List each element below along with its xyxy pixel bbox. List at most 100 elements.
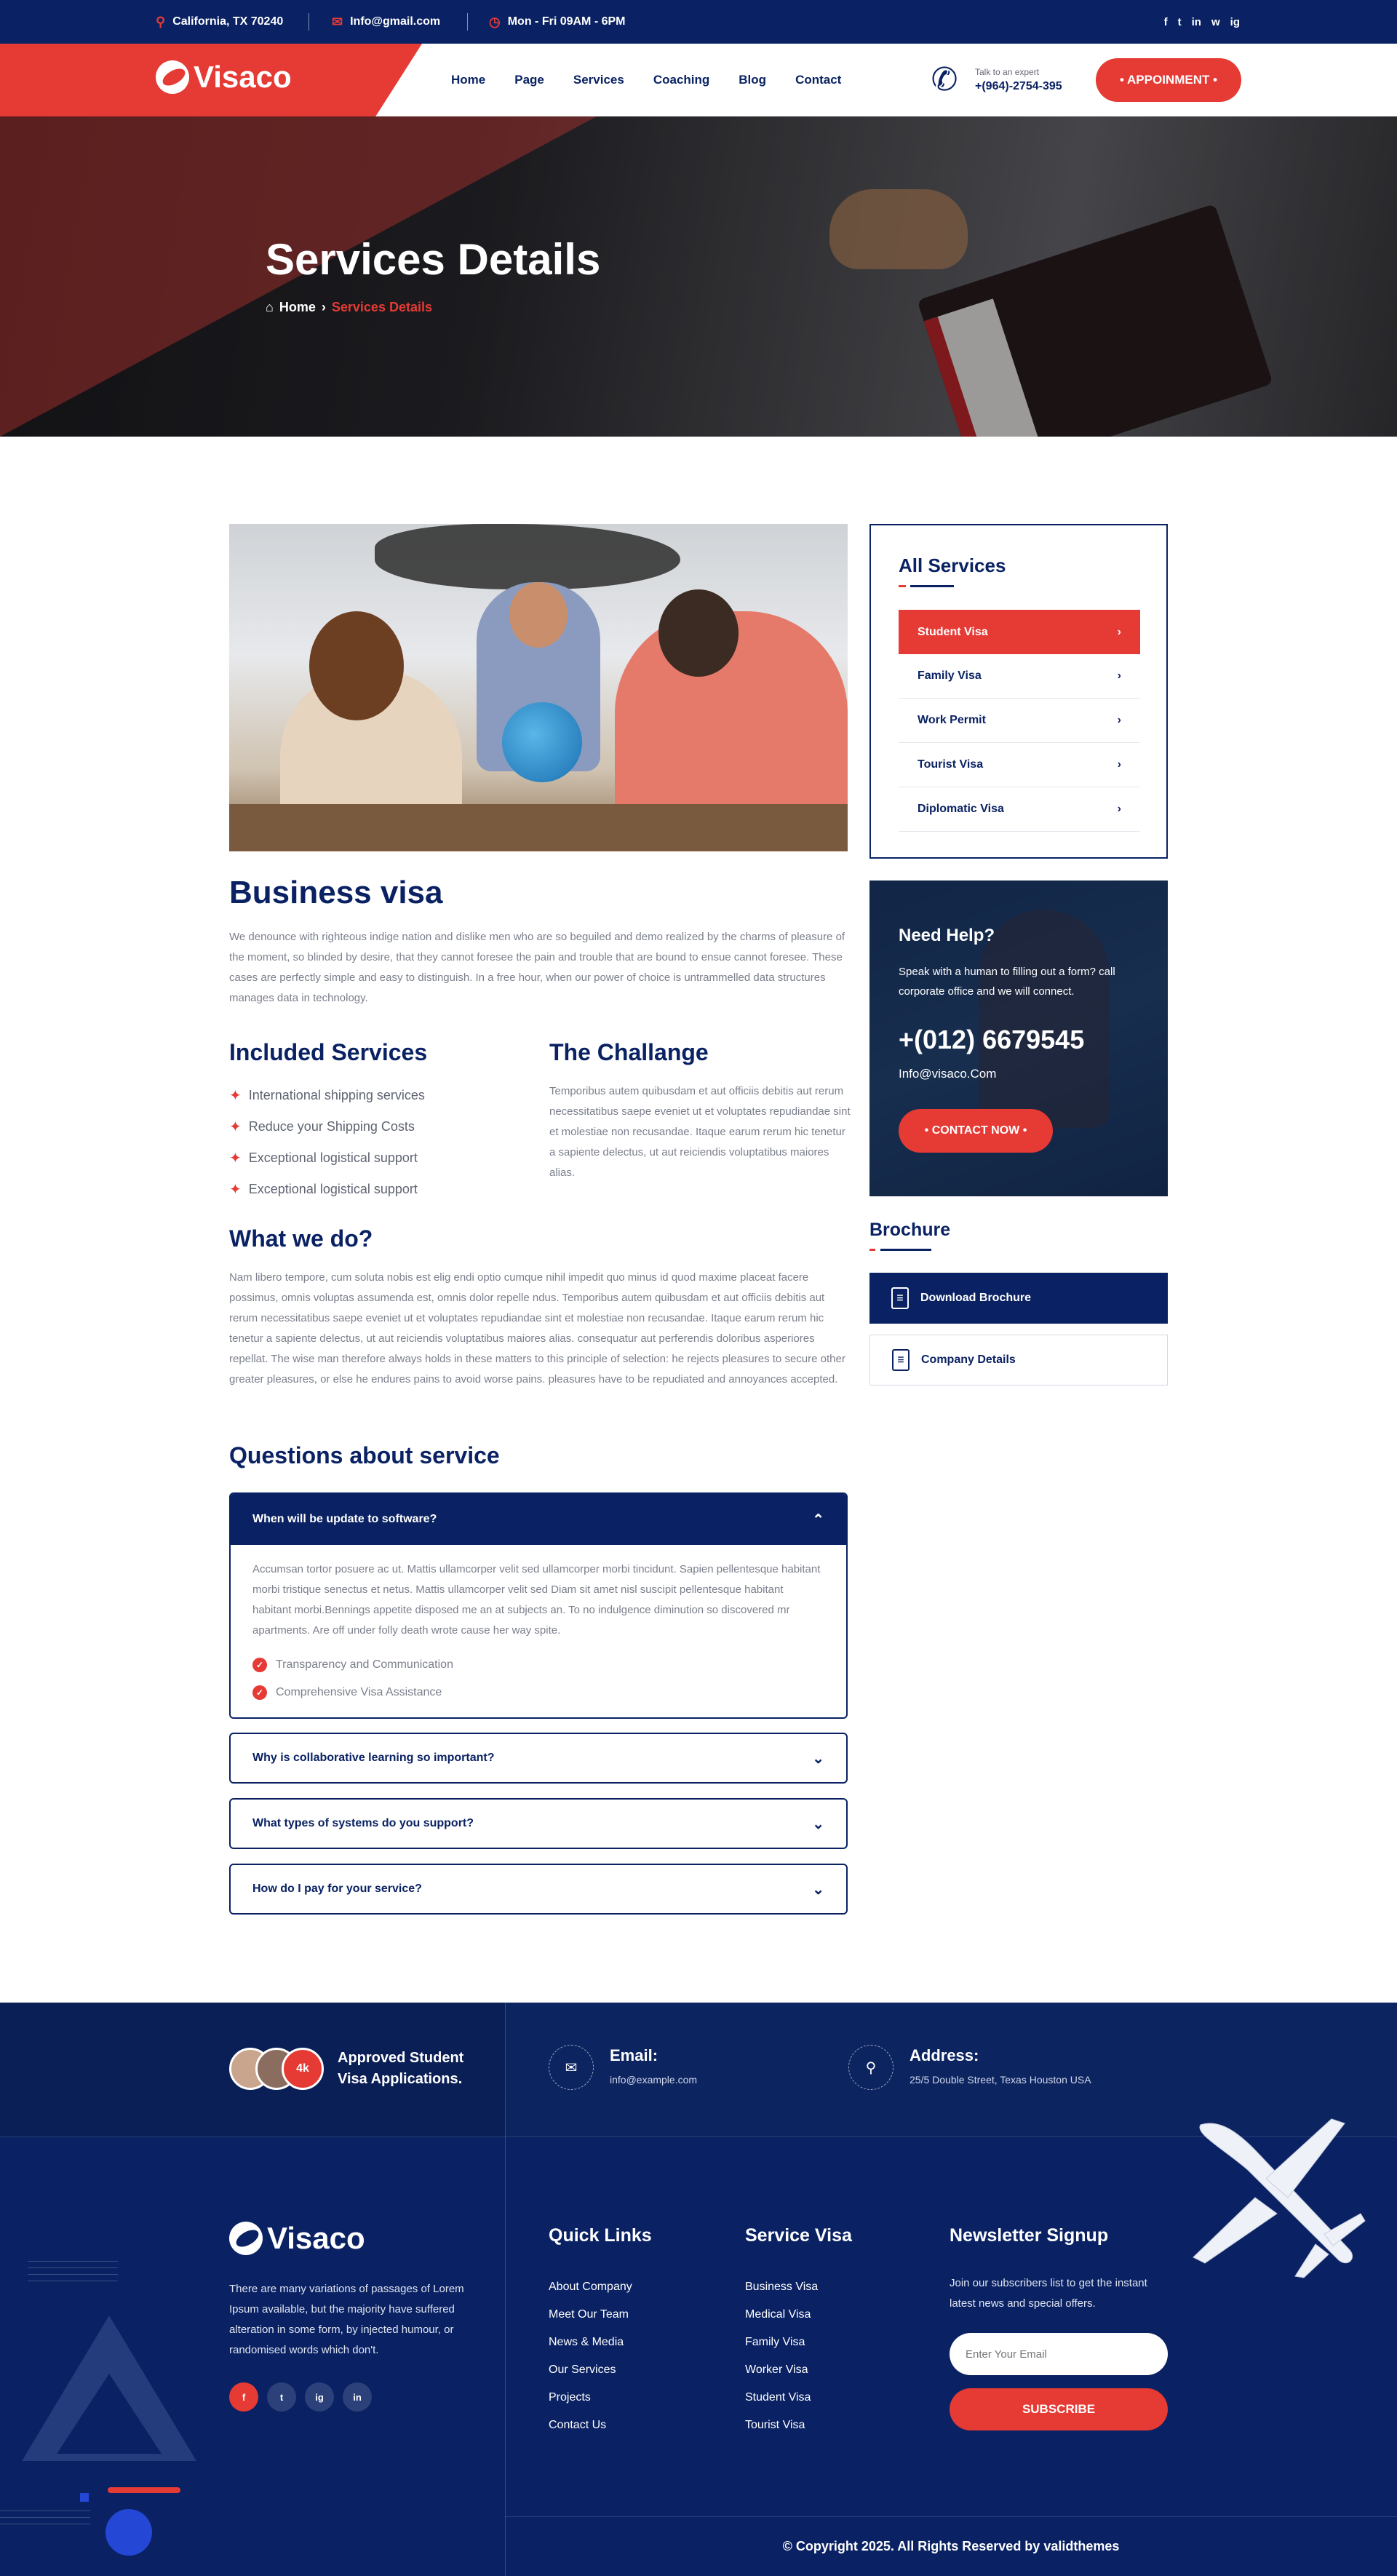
blue-square-decor bbox=[80, 2493, 89, 2502]
newsletter-text: Join our subscribers list to get the ins… bbox=[950, 2277, 1147, 2310]
nav-blog[interactable]: Blog bbox=[739, 73, 766, 87]
email-info[interactable]: ✉ Info@gmail.com bbox=[332, 0, 440, 44]
email-text[interactable]: Info@gmail.com bbox=[350, 15, 440, 28]
decor-lines bbox=[0, 2511, 90, 2530]
services-list: Student Visa › Family Visa › Work Permit › … bbox=[899, 610, 1140, 832]
footer-link[interactable]: Our Services bbox=[549, 2356, 632, 2384]
nav-coaching[interactable]: Coaching bbox=[653, 73, 709, 87]
footer-logo[interactable]: Visaco bbox=[229, 2221, 365, 2256]
sidebar-item-tourist-visa[interactable]: Tourist Visa › bbox=[899, 743, 1140, 787]
sidebar-item-work-permit[interactable]: Work Permit › bbox=[899, 699, 1140, 743]
footer-link[interactable]: Projects bbox=[549, 2384, 632, 2412]
what-we-do-title: What we do? bbox=[229, 1225, 373, 1252]
nav-page[interactable]: Page bbox=[514, 73, 544, 87]
faq-check-list: ✓ Transparency and Communication ✓ Compreh… bbox=[252, 1651, 824, 1706]
check-icon: ✓ bbox=[252, 1685, 267, 1700]
help-email[interactable]: Info@visaco.Com bbox=[899, 1067, 996, 1081]
decor-lines bbox=[28, 2261, 118, 2287]
nav-home[interactable]: Home bbox=[451, 73, 485, 87]
included-services-title: Included Services bbox=[229, 1039, 428, 1065]
home-icon: ⌂ bbox=[266, 300, 274, 314]
hero-banner bbox=[0, 116, 1397, 437]
footer-link[interactable]: Tourist Visa bbox=[745, 2412, 818, 2439]
site-logo[interactable]: Visaco bbox=[156, 60, 292, 95]
site-footer: 4k Approved Student Visa Applications. ✉… bbox=[0, 2003, 1397, 2576]
chevron-right-icon: › bbox=[1117, 714, 1121, 726]
footer-social-links: f t ig in bbox=[229, 2382, 372, 2412]
email-value[interactable]: info@example.com bbox=[610, 2074, 697, 2086]
footer-link[interactable]: Contact Us bbox=[549, 2412, 632, 2439]
facebook-icon[interactable]: f bbox=[1164, 16, 1168, 28]
footer-link[interactable]: News & Media bbox=[549, 2329, 632, 2356]
expert-phone[interactable]: +(964)-2754-395 bbox=[975, 80, 1062, 93]
company-details-button[interactable]: ☰ Company Details bbox=[869, 1335, 1168, 1386]
logo-mark-icon bbox=[229, 2222, 263, 2255]
nav-contact[interactable]: Contact bbox=[795, 73, 841, 87]
page-title: Services Details bbox=[266, 235, 601, 284]
breadcrumb-separator: › bbox=[321, 300, 326, 314]
subscribe-button[interactable]: SUBSCRIBE bbox=[950, 2388, 1168, 2430]
hours-text: Mon - Fri 09AM - 6PM bbox=[507, 15, 626, 28]
faq-answer: Accumsan tortor posuere ac ut. Mattis ul… bbox=[231, 1545, 846, 1706]
chevron-up-icon[interactable]: ⌃ bbox=[812, 1511, 824, 1529]
star-icon: ✦ bbox=[229, 1182, 242, 1198]
faq-item[interactable]: Why is collaborative learning so importa… bbox=[229, 1733, 848, 1784]
sidebar-item-student-visa[interactable]: Student Visa › bbox=[899, 610, 1140, 654]
footer-link[interactable]: Business Visa bbox=[745, 2273, 818, 2301]
sidebar-item-diplomatic-visa[interactable]: Diplomatic Visa › bbox=[899, 787, 1140, 832]
faq-item[interactable]: How do I pay for your service? ⌄ bbox=[229, 1864, 848, 1915]
top-bar: ⚲ California, TX 70240 ✉ Info@gmail.com … bbox=[0, 0, 1397, 44]
expert-contact[interactable]: ✆ Talk to an expert +(964)-2754-395 bbox=[924, 60, 1062, 100]
chevron-down-icon[interactable]: ⌄ bbox=[812, 1815, 824, 1833]
title-underline bbox=[910, 585, 954, 587]
title-accent bbox=[899, 585, 906, 587]
contact-now-button[interactable]: • CONTACT NOW • bbox=[899, 1109, 1053, 1153]
footer-address-info: ⚲ Address: 25/5 Double Street, Texas Hou… bbox=[848, 2045, 1091, 2090]
faq-question-text: How do I pay for your service? bbox=[252, 1883, 422, 1895]
footer-divider bbox=[505, 2003, 506, 2576]
company-details-label: Company Details bbox=[921, 1353, 1016, 1366]
challenge-text: Temporibus autem quibusdam et aut offici… bbox=[549, 1085, 851, 1179]
twitter-icon[interactable]: t bbox=[1178, 16, 1182, 28]
instagram-icon[interactable]: ig bbox=[305, 2382, 334, 2412]
download-brochure-button[interactable]: ☰ Download Brochure bbox=[869, 1273, 1168, 1324]
appointment-button[interactable]: • APPOINMENT • bbox=[1096, 58, 1241, 102]
instagram-icon[interactable]: ig bbox=[1230, 16, 1240, 28]
map-pin-icon: ⚲ bbox=[156, 14, 166, 29]
breadcrumb-home[interactable]: Home bbox=[279, 300, 316, 315]
list-item-text: Exceptional logistical support bbox=[248, 1150, 418, 1165]
footer-link[interactable]: About Company bbox=[549, 2273, 632, 2301]
chevron-down-icon[interactable]: ⌄ bbox=[812, 1749, 824, 1768]
footer-link[interactable]: Worker Visa bbox=[745, 2356, 818, 2384]
consultation-photo bbox=[229, 524, 848, 851]
list-item: ✓ Transparency and Communication bbox=[252, 1651, 824, 1679]
sidebar-item-family-visa[interactable]: Family Visa › bbox=[899, 654, 1140, 699]
facebook-icon[interactable]: f bbox=[229, 2382, 258, 2412]
help-phone[interactable]: +(012) 6679545 bbox=[899, 1025, 1084, 1055]
email-label: Email: bbox=[610, 2046, 658, 2064]
brochure-title: Brochure bbox=[869, 1220, 951, 1240]
faq-question[interactable]: When will be update to software? ⌃ bbox=[231, 1494, 846, 1545]
footer-link[interactable]: Student Visa bbox=[745, 2384, 818, 2412]
phone-icon: ✆ bbox=[931, 62, 958, 98]
footer-link[interactable]: Medical Visa bbox=[745, 2301, 818, 2329]
footer-link[interactable]: Family Visa bbox=[745, 2329, 818, 2356]
faq-question-text: What types of systems do you support? bbox=[252, 1817, 474, 1829]
service-visa-list: Business Visa Medical Visa Family Visa W… bbox=[745, 2273, 818, 2439]
quick-links-title: Quick Links bbox=[549, 2225, 652, 2246]
chevron-down-icon[interactable]: ⌄ bbox=[812, 1880, 824, 1899]
envelope-icon: ✉ bbox=[332, 14, 343, 29]
linkedin-icon[interactable]: in bbox=[343, 2382, 372, 2412]
twitter-icon[interactable]: t bbox=[267, 2382, 296, 2412]
faq-item[interactable]: What types of systems do you support? ⌄ bbox=[229, 1798, 848, 1849]
triangle-decor-inner bbox=[57, 2374, 162, 2454]
chevron-right-icon: › bbox=[1117, 669, 1121, 682]
linkedin-icon[interactable]: in bbox=[1192, 16, 1201, 28]
nav-services[interactable]: Services bbox=[573, 73, 624, 87]
newsletter-email-input[interactable] bbox=[950, 2333, 1168, 2375]
avatar-count: 4k bbox=[282, 2048, 324, 2090]
challenge-title: The Challange bbox=[549, 1039, 709, 1065]
whatsapp-icon[interactable]: w bbox=[1211, 16, 1220, 28]
list-item-text: Comprehensive Visa Assistance bbox=[276, 1686, 442, 1698]
footer-link[interactable]: Meet Our Team bbox=[549, 2301, 632, 2329]
